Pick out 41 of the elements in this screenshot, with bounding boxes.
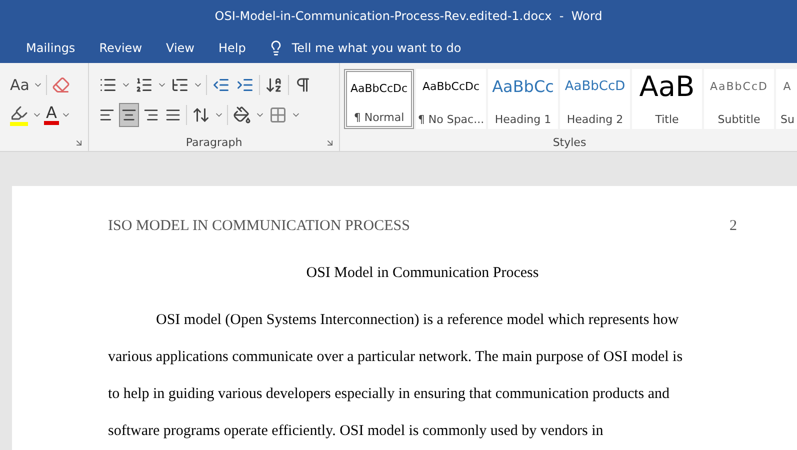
style-item[interactable]: AaB Title <box>632 69 702 130</box>
ribbon-tab[interactable]: Help <box>206 34 258 61</box>
style-item[interactable]: AaBbCc Heading 1 <box>488 69 558 130</box>
document-title: OSI Model in Communication Process <box>305 264 540 282</box>
launcher-icon[interactable] <box>325 138 335 148</box>
ribbon-tab[interactable]: Review <box>87 34 154 61</box>
style-label: ¶ Normal <box>354 111 404 124</box>
style-preview: AaBbCcD <box>710 79 768 96</box>
style-label: Heading 1 <box>494 113 552 126</box>
style-item[interactable]: AaBbCcD Heading 2 <box>560 69 630 130</box>
style-item[interactable]: AaBbCcDc ¶ Normal <box>344 69 414 130</box>
style-preview: AaBbCcDc <box>422 79 480 96</box>
body-text-line: software programs operate efficiently. OSI model is commonly used by vendors in <box>108 422 604 441</box>
font-color-button[interactable]: A <box>44 105 59 126</box>
style-label: Subtitle <box>718 113 760 126</box>
style-preview: AaB <box>639 74 695 100</box>
ribbon-tab[interactable]: Mailings <box>14 34 88 61</box>
change-case-button[interactable]: Aa <box>8 76 32 94</box>
style-item[interactable]: AaBbCcD Subtitle <box>704 69 774 130</box>
running-header: ISO MODEL IN COMMUNICATION PROCESS <box>108 218 410 235</box>
style-label: ¶ No Spac... <box>418 113 484 126</box>
body-text-line: OSI model (Open Systems Interconnection) is a reference model which represents how <box>155 310 680 330</box>
style-item[interactable]: AaBbCcDc ¶ No Spac... <box>416 69 486 130</box>
group-label: Styles <box>552 136 588 151</box>
page-number: 2 <box>730 218 737 235</box>
style-label: Heading 2 <box>566 113 624 126</box>
style-preview: A <box>783 79 792 96</box>
tell-me-field[interactable]: Tell me what you want to do <box>292 40 462 55</box>
style-preview: AaBbCc <box>492 76 554 98</box>
group-label: Paragraph <box>184 136 244 151</box>
body-text-line: to help in guiding various developers especially in ensuring that communication products and <box>108 384 671 404</box>
style-label: Su <box>780 113 794 126</box>
style-preview: AaBbCcDc <box>350 81 408 98</box>
ribbon-tab[interactable]: View <box>154 34 206 61</box>
style-label: Title <box>655 113 679 126</box>
launcher-icon[interactable] <box>74 138 84 148</box>
window-title: OSI-Model-in-Communication-Process-Rev.edited-1.docx - Word <box>214 9 602 24</box>
style-item[interactable]: A Su <box>776 69 797 130</box>
style-preview: AaBbCcD <box>564 78 626 96</box>
body-text-line: various applications communicate over a particular network. The main purpose of OSI model is <box>108 348 684 367</box>
align-center-icon[interactable] <box>119 103 139 128</box>
